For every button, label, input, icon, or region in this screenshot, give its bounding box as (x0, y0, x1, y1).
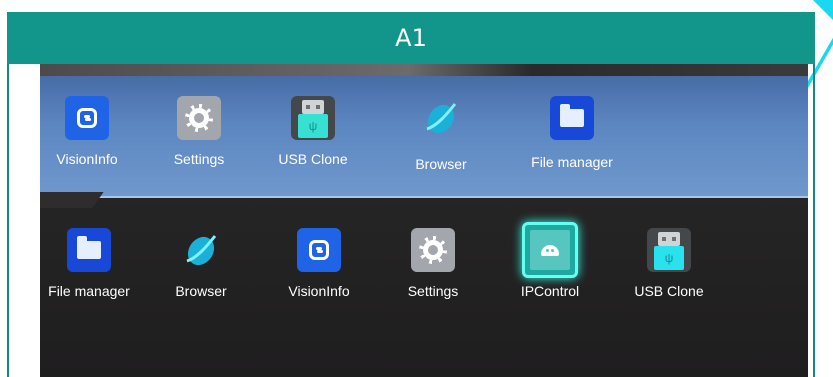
slide-title: A1 (395, 24, 427, 52)
browser-icon (419, 96, 463, 140)
photo-top-strip (40, 64, 808, 76)
top-app-visioninfo[interactable]: VisionInfo (40, 96, 142, 167)
bottom-app-settings[interactable]: Settings (378, 228, 488, 299)
top-app-label: File manager (531, 154, 613, 170)
top-app-settings[interactable]: Settings (144, 96, 254, 167)
settings-gear-icon (177, 96, 221, 140)
bottom-app-label: VisionInfo (288, 283, 350, 299)
bottom-app-ipcontrol[interactable]: IPControl (495, 222, 605, 299)
bottom-app-label: USB Clone (634, 283, 704, 299)
top-app-label: Browser (415, 156, 467, 172)
top-app-label: VisionInfo (56, 151, 118, 167)
bottom-app-label: Browser (175, 283, 227, 299)
bottom-app-label: Settings (407, 283, 459, 299)
corner-accent (813, 0, 833, 20)
top-app-label: Settings (173, 151, 225, 167)
bottom-app-label: File manager (48, 283, 130, 299)
settings-gear-icon (411, 228, 455, 272)
panel-notch (40, 192, 104, 208)
android-icon (522, 222, 578, 278)
browser-icon (179, 228, 223, 272)
screenshot-photo: VisionInfo Settings ψ USB Clone Browser … (40, 64, 808, 377)
bottom-app-browser[interactable]: Browser (146, 228, 256, 299)
top-app-usb-clone[interactable]: ψ USB Clone (258, 96, 368, 167)
folder-icon (67, 228, 111, 272)
visioninfo-icon (65, 96, 109, 140)
top-app-file-manager[interactable]: File manager (517, 96, 627, 170)
slide-title-bar: A1 (7, 12, 815, 64)
bottom-app-label: IPControl (520, 283, 580, 299)
usb-drive-icon: ψ (647, 228, 691, 272)
bottom-app-file-manager[interactable]: File manager (40, 228, 144, 299)
bottom-app-visioninfo[interactable]: VisionInfo (264, 228, 374, 299)
folder-icon (550, 96, 594, 140)
visioninfo-icon (297, 228, 341, 272)
top-app-browser[interactable]: Browser (386, 96, 496, 172)
usb-drive-icon: ψ (291, 96, 335, 140)
top-app-label: USB Clone (278, 151, 348, 167)
bottom-app-usb-clone[interactable]: ψ USB Clone (614, 228, 724, 299)
